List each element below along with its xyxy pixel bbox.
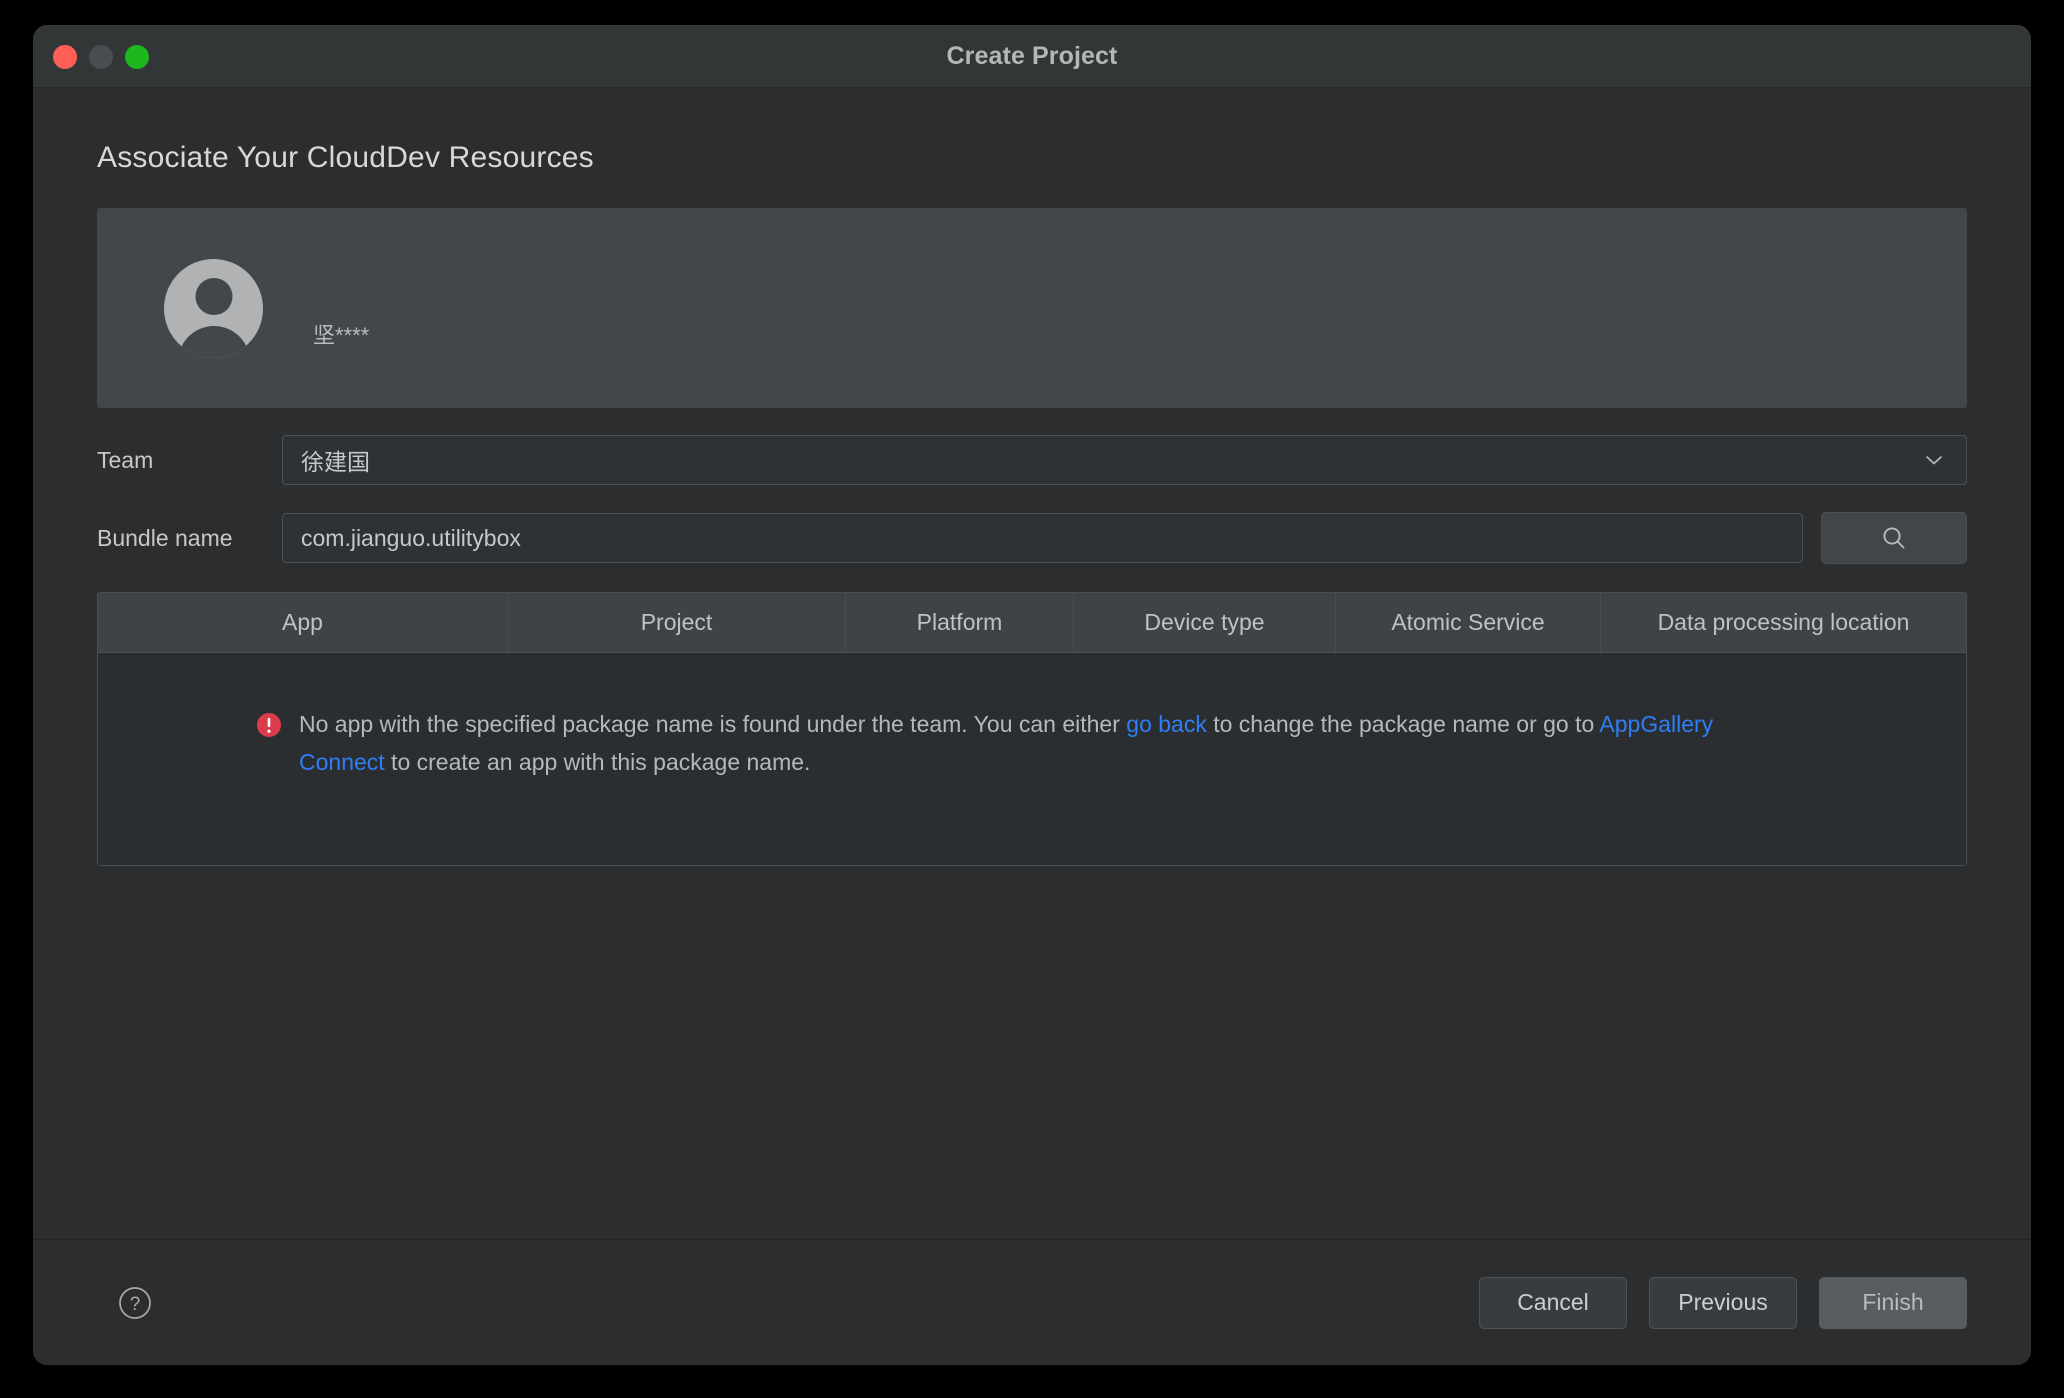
column-header-app[interactable]: App <box>98 593 508 652</box>
zoom-window-button[interactable] <box>125 44 149 69</box>
column-header-project[interactable]: Project <box>508 593 846 652</box>
bundle-name-value: com.jianguo.utilitybox <box>301 524 521 551</box>
team-row: Team 徐建国 <box>97 435 1967 485</box>
empty-state-text: No app with the specified package name i… <box>299 705 1776 781</box>
team-select[interactable]: 徐建国 <box>282 435 1967 485</box>
window-title: Create Project <box>946 41 1118 70</box>
svg-text:?: ? <box>130 1294 141 1315</box>
column-header-device-type[interactable]: Device type <box>1074 593 1336 652</box>
previous-button[interactable]: Previous <box>1649 1276 1797 1329</box>
bundle-name-input[interactable]: com.jianguo.utilitybox <box>282 513 1803 563</box>
help-icon[interactable]: ? <box>117 1285 153 1321</box>
finish-button[interactable]: Finish <box>1819 1276 1967 1329</box>
team-select-value: 徐建国 <box>301 449 370 475</box>
chevron-down-icon <box>1924 450 1944 470</box>
close-window-button[interactable] <box>53 44 77 69</box>
go-back-link[interactable]: go back <box>1126 711 1207 737</box>
create-project-dialog: Create Project Associate Your CloudDev R… <box>33 25 2031 1365</box>
column-header-data-processing-location[interactable]: Data processing location <box>1601 593 1966 652</box>
team-label: Team <box>97 446 154 473</box>
account-card: 坚**** <box>97 208 1967 408</box>
traffic-lights <box>53 25 149 88</box>
minimize-window-button[interactable] <box>89 44 113 69</box>
cancel-button[interactable]: Cancel <box>1479 1276 1627 1329</box>
empty-state-message: No app with the specified package name i… <box>98 705 1966 781</box>
empty-text-part-3: to create an app with this package name. <box>384 749 811 775</box>
search-button[interactable] <box>1821 512 1967 564</box>
apps-table: App Project Platform Device type Atomic … <box>97 592 1967 866</box>
error-icon <box>256 712 282 738</box>
search-icon <box>1879 523 1909 553</box>
empty-text-part-2: to change the package name or go to <box>1206 711 1600 737</box>
table-header-row: App Project Platform Device type Atomic … <box>98 593 1966 653</box>
table-body: No app with the specified package name i… <box>98 653 1966 865</box>
empty-text-part-1: No app with the specified package name i… <box>299 711 1127 737</box>
bundle-name-row: Bundle name com.jianguo.utilitybox <box>97 512 1967 564</box>
dialog-body: Associate Your CloudDev Resources 坚**** … <box>33 88 2031 1239</box>
user-avatar-icon <box>164 258 263 358</box>
column-header-atomic-service[interactable]: Atomic Service <box>1336 593 1601 652</box>
dialog-footer: ? Cancel Previous Finish <box>33 1239 2031 1365</box>
page-title: Associate Your CloudDev Resources <box>97 141 594 174</box>
bundle-name-label: Bundle name <box>97 524 233 551</box>
account-name: 坚**** <box>313 323 370 348</box>
titlebar: Create Project <box>33 25 2031 88</box>
column-header-platform[interactable]: Platform <box>846 593 1074 652</box>
